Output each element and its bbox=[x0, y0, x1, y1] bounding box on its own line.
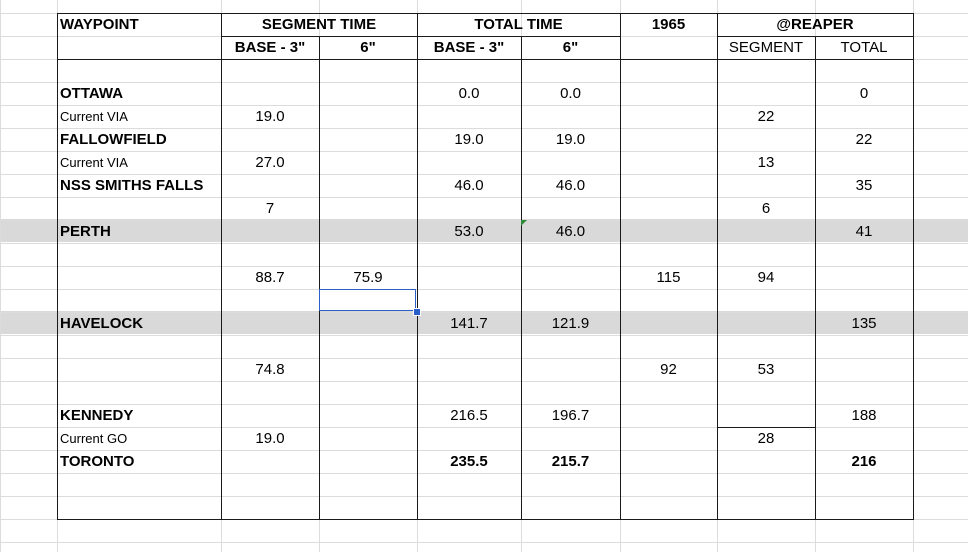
segment-base-cell[interactable]: 27.0 bbox=[221, 151, 319, 174]
gridline bbox=[0, 289, 968, 290]
header-segment-6in[interactable]: 6" bbox=[319, 36, 417, 59]
selected-cell[interactable] bbox=[319, 289, 416, 311]
gridline bbox=[0, 266, 968, 267]
spreadsheet-grid[interactable]: WAYPOINT SEGMENT TIME TOTAL TIME 1965 @REAPE… bbox=[0, 0, 968, 552]
header-reaper-segment[interactable]: SEGMENT bbox=[717, 36, 815, 59]
waypoint-cell[interactable]: NSS SMITHS FALLS bbox=[57, 174, 221, 197]
reaper-segment-cell[interactable]: 28 bbox=[717, 427, 815, 450]
year-1965-cell[interactable]: 92 bbox=[620, 358, 717, 381]
gridline bbox=[0, 358, 968, 359]
segment-base-cell[interactable]: 19.0 bbox=[221, 105, 319, 128]
cell-border bbox=[521, 36, 522, 519]
gridline bbox=[0, 496, 968, 497]
total-base-cell[interactable]: 235.5 bbox=[417, 450, 521, 473]
total-base-cell[interactable]: 53.0 bbox=[417, 220, 521, 243]
reaper-total-cell[interactable]: 35 bbox=[815, 174, 913, 197]
reaper-total-cell[interactable]: 0 bbox=[815, 82, 913, 105]
cell-border bbox=[913, 13, 914, 519]
gridline bbox=[0, 381, 968, 382]
segment-base-cell[interactable]: 7 bbox=[221, 197, 319, 220]
cell-border bbox=[57, 519, 914, 520]
segment-base-cell[interactable]: 74.8 bbox=[221, 358, 319, 381]
total-6in-cell[interactable]: 121.9 bbox=[521, 312, 620, 335]
total-6in-cell[interactable]: 196.7 bbox=[521, 404, 620, 427]
header-total-time[interactable]: TOTAL TIME bbox=[417, 13, 620, 36]
segment-base-cell[interactable]: 19.0 bbox=[221, 427, 319, 450]
gridline bbox=[0, 473, 968, 474]
total-6in-cell[interactable]: 46.0 bbox=[521, 174, 620, 197]
total-base-cell[interactable]: 46.0 bbox=[417, 174, 521, 197]
segment-6in-cell[interactable]: 75.9 bbox=[319, 266, 417, 289]
header-reaper-total[interactable]: TOTAL bbox=[815, 36, 913, 59]
total-6in-cell[interactable]: 0.0 bbox=[521, 82, 620, 105]
reaper-total-cell[interactable]: 135 bbox=[815, 312, 913, 335]
total-base-cell[interactable]: 216.5 bbox=[417, 404, 521, 427]
reaper-segment-cell[interactable]: 53 bbox=[717, 358, 815, 381]
reaper-total-cell[interactable]: 216 bbox=[815, 450, 913, 473]
gridline bbox=[0, 335, 968, 336]
waypoint-cell[interactable]: FALLOWFIELD bbox=[57, 128, 221, 151]
waypoint-cell[interactable]: Current VIA bbox=[57, 105, 221, 128]
year-1965-cell[interactable]: 115 bbox=[620, 266, 717, 289]
reaper-segment-cell[interactable]: 6 bbox=[717, 197, 815, 220]
waypoint-cell[interactable]: PERTH bbox=[57, 220, 221, 243]
waypoint-cell[interactable]: Current GO bbox=[57, 427, 221, 450]
reaper-segment-cell[interactable]: 13 bbox=[717, 151, 815, 174]
gridline bbox=[0, 542, 968, 543]
gridline bbox=[0, 243, 968, 244]
reaper-total-cell[interactable]: 41 bbox=[815, 220, 913, 243]
reaper-total-cell[interactable]: 188 bbox=[815, 404, 913, 427]
cell-border bbox=[815, 36, 816, 519]
waypoint-cell[interactable]: Current VIA bbox=[57, 151, 221, 174]
gridline bbox=[0, 197, 968, 198]
total-6in-cell[interactable]: 19.0 bbox=[521, 128, 620, 151]
waypoint-cell[interactable]: KENNEDY bbox=[57, 404, 221, 427]
total-6in-cell[interactable]: 46.0 bbox=[521, 220, 620, 243]
total-base-cell[interactable]: 19.0 bbox=[417, 128, 521, 151]
total-6in-cell[interactable]: 215.7 bbox=[521, 450, 620, 473]
header-waypoint[interactable]: WAYPOINT bbox=[57, 13, 221, 36]
fill-handle[interactable] bbox=[413, 308, 421, 316]
header-segment-time[interactable]: SEGMENT TIME bbox=[221, 13, 417, 36]
reaper-segment-cell[interactable]: 94 bbox=[717, 266, 815, 289]
header-total-base[interactable]: BASE - 3" bbox=[417, 36, 521, 59]
cell-border bbox=[57, 59, 914, 60]
reaper-total-cell[interactable]: 22 bbox=[815, 128, 913, 151]
header-reaper[interactable]: @REAPER bbox=[717, 13, 913, 36]
header-segment-base[interactable]: BASE - 3" bbox=[221, 36, 319, 59]
comment-indicator-icon bbox=[521, 220, 527, 226]
waypoint-cell[interactable]: TORONTO bbox=[57, 450, 221, 473]
waypoint-cell[interactable]: OTTAWA bbox=[57, 82, 221, 105]
gridline bbox=[0, 0, 1, 552]
header-1965[interactable]: 1965 bbox=[620, 13, 717, 36]
total-base-cell[interactable]: 0.0 bbox=[417, 82, 521, 105]
header-total-6in[interactable]: 6" bbox=[521, 36, 620, 59]
waypoint-cell[interactable]: HAVELOCK bbox=[57, 312, 221, 335]
total-base-cell[interactable]: 141.7 bbox=[417, 312, 521, 335]
reaper-segment-cell[interactable]: 22 bbox=[717, 105, 815, 128]
segment-base-cell[interactable]: 88.7 bbox=[221, 266, 319, 289]
